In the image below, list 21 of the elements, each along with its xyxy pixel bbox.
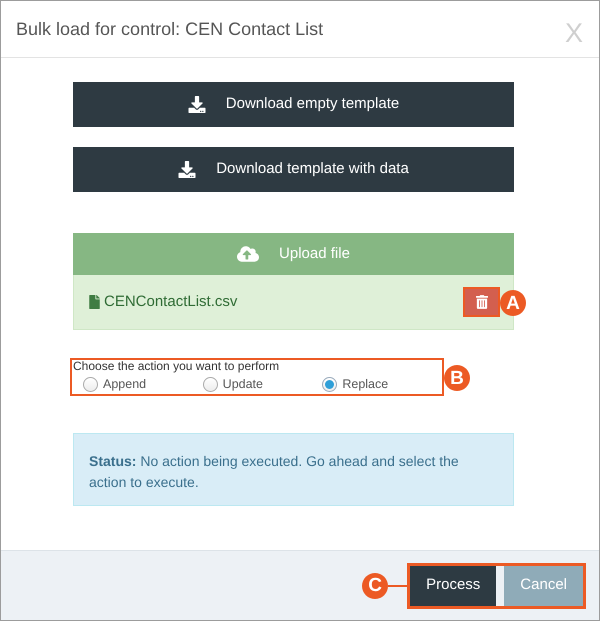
callout-label: C [362, 572, 388, 598]
upload-icon [237, 245, 260, 263]
file-icon [89, 295, 100, 309]
process-button[interactable]: Process [410, 566, 496, 606]
download-button[interactable]: Download template with data [73, 147, 514, 192]
status-message: Status: No action being executed. Go ahead and select the action to execute. [89, 452, 460, 492]
download-button[interactable]: Download empty template [73, 82, 514, 127]
radio-label: Replace [342, 377, 388, 392]
dialog-title: Bulk load for control: CEN Contact List [16, 18, 324, 40]
radio-label: Update [222, 377, 263, 392]
download-icon [188, 96, 206, 113]
radio-button[interactable] [322, 377, 338, 392]
radio-button[interactable] [83, 377, 98, 392]
trash-icon [476, 295, 488, 309]
callout-label: A [500, 290, 526, 316]
radio-button[interactable] [202, 377, 218, 392]
action-prompt: Choose the action you want to perform [73, 360, 280, 373]
callout-label: B [444, 365, 470, 391]
download-icon [178, 161, 196, 178]
file-name: CENContactList.csv [104, 292, 238, 312]
radio-label: Append [103, 377, 146, 392]
